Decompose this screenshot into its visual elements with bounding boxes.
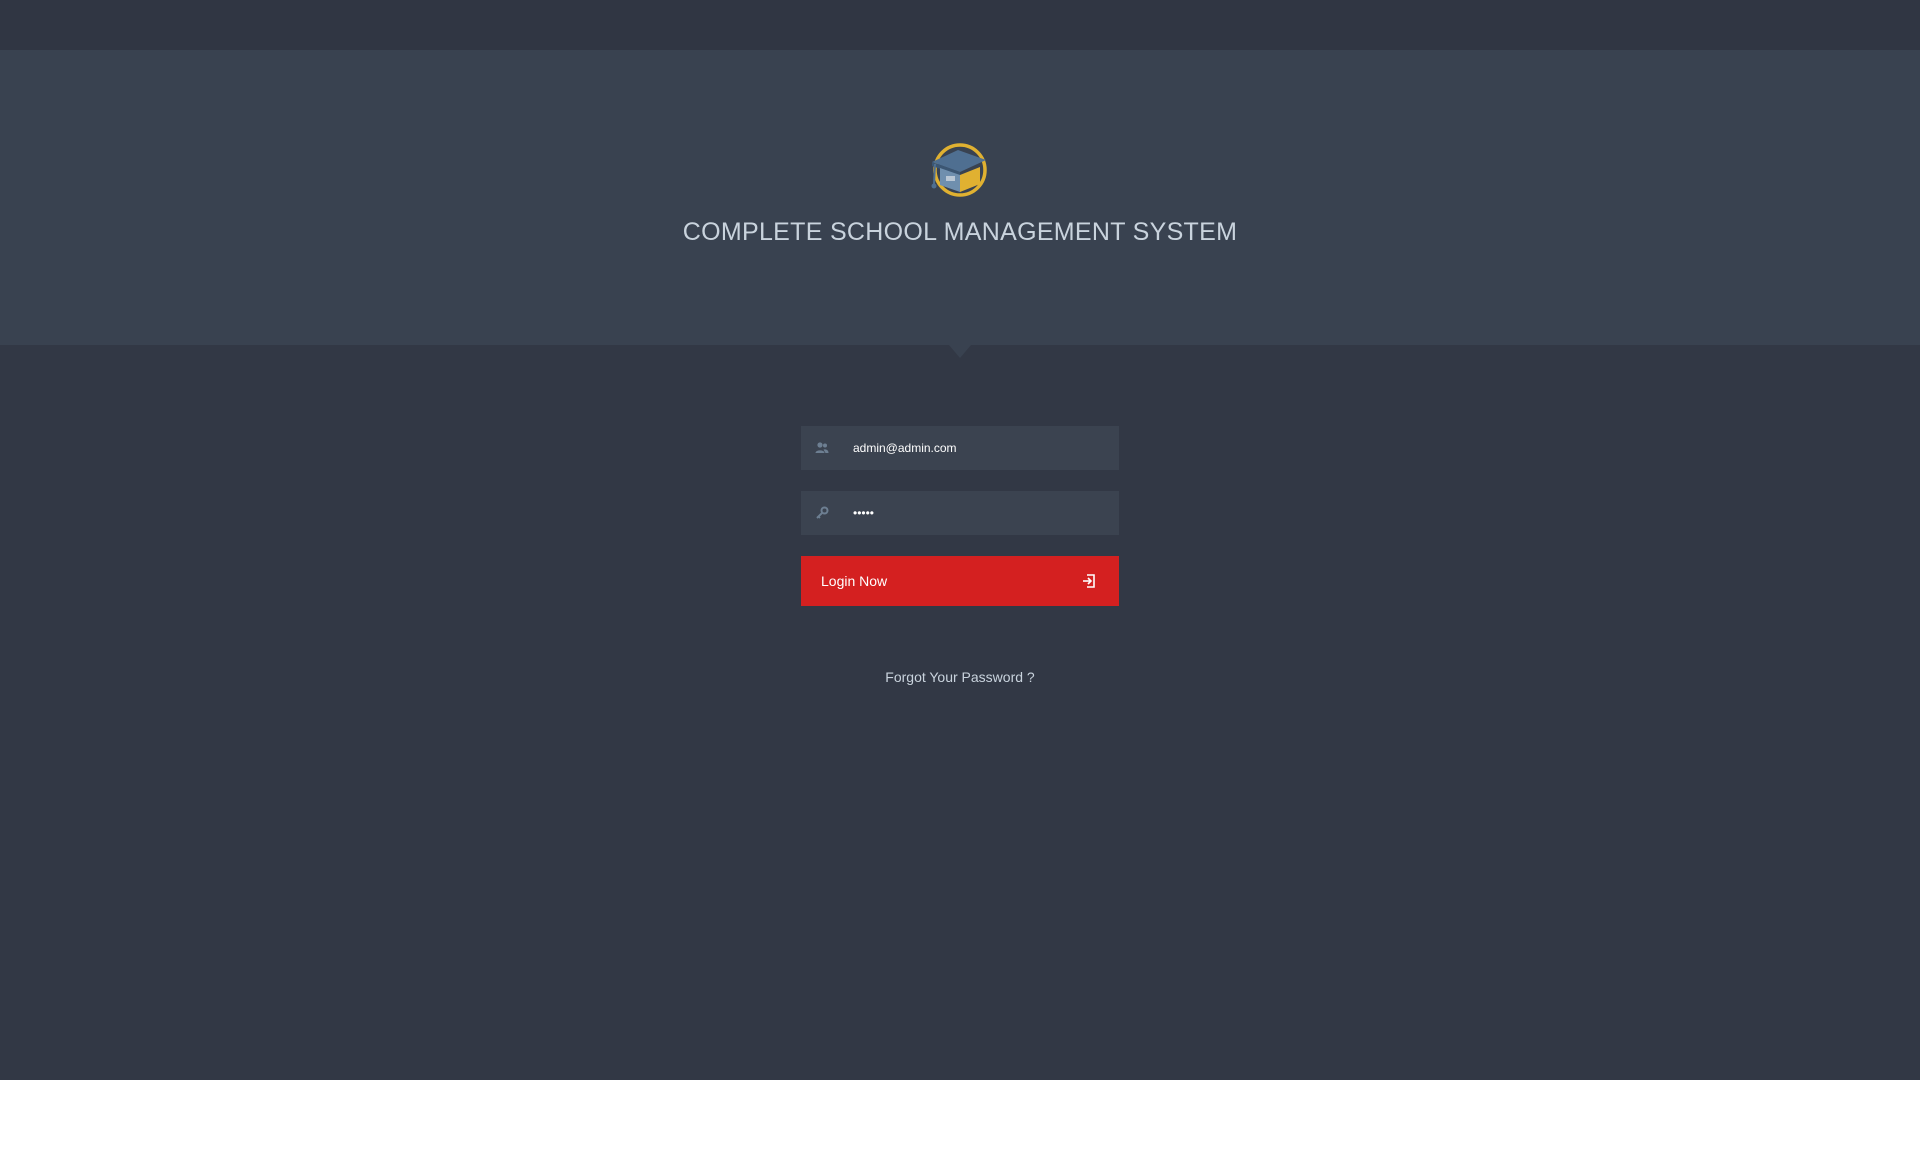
password-input[interactable] [853, 491, 1109, 535]
password-field-wrapper [801, 491, 1119, 535]
user-icon [814, 440, 830, 456]
sign-in-icon [1081, 573, 1097, 589]
login-page: COMPLETE SCHOOL MANAGEMENT SYSTEM admin@… [0, 0, 1920, 1080]
app-title: COMPLETE SCHOOL MANAGEMENT SYSTEM [682, 218, 1238, 246]
email-input[interactable] [853, 426, 1109, 470]
login-now-button[interactable]: Login Now [801, 556, 1119, 606]
header-pointer [949, 345, 971, 358]
forgot-password-link[interactable]: Forgot Your Password ? [885, 669, 1034, 685]
login-form: Login Now [801, 426, 1119, 606]
email-field-wrapper [801, 426, 1119, 470]
login-button-label: Login Now [821, 573, 888, 589]
graduation-cap-logo-icon [926, 140, 992, 198]
forgot-password-container: Forgot Your Password ? [0, 669, 1920, 685]
top-strip [0, 0, 1920, 50]
key-icon [814, 505, 830, 521]
